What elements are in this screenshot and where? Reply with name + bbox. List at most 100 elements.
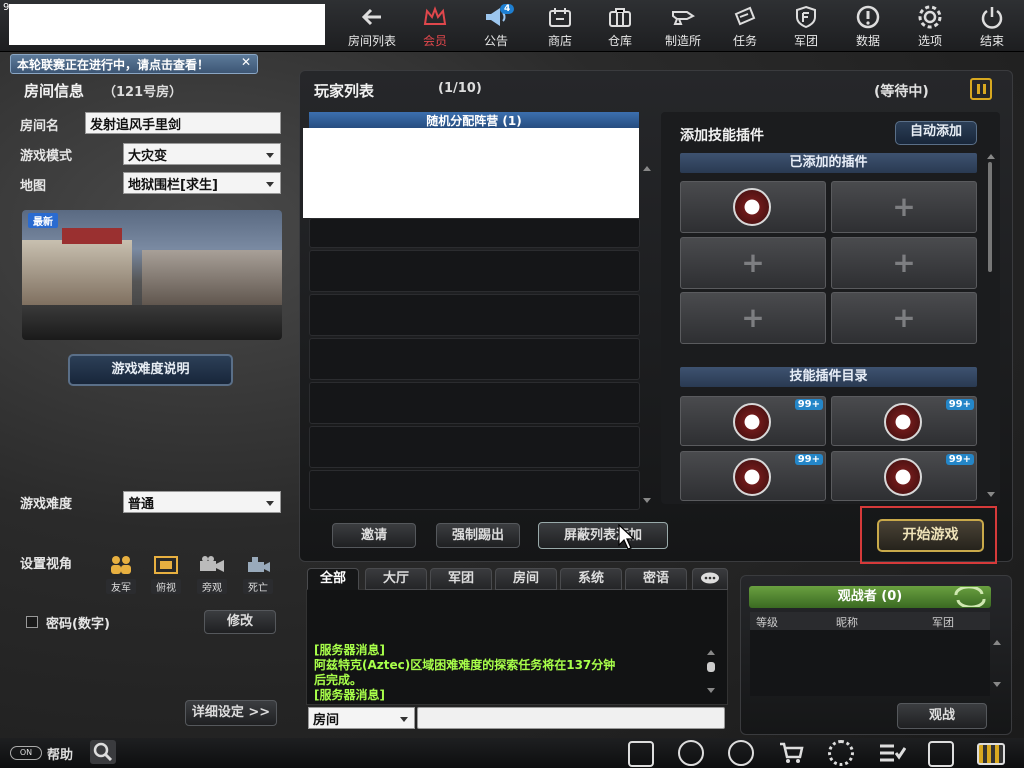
nav-vip[interactable]: 会员 <box>406 4 464 50</box>
new-map-badge: 最新 <box>28 213 58 228</box>
chat-scrollbar[interactable] <box>706 646 716 698</box>
plugin-scrollbar[interactable] <box>986 150 996 502</box>
auto-add-button[interactable]: 自动添加 <box>895 121 977 145</box>
spectator-list <box>750 630 990 696</box>
invite-button[interactable]: 邀请 <box>332 523 416 548</box>
catalog-plugin-slot[interactable]: 99+ <box>680 396 826 446</box>
league-notice[interactable]: 本轮联赛正在进行中，请点击查看！ ✕ <box>10 54 258 74</box>
chat-tab-room[interactable]: 房间 <box>495 568 557 590</box>
player-slot[interactable] <box>309 250 640 292</box>
empty-plugin-slot[interactable]: + <box>831 237 977 289</box>
player-slot[interactable] <box>309 338 640 380</box>
chat-channel-select[interactable]: 房间 <box>308 707 415 729</box>
view-death[interactable]: 死亡 <box>243 551 273 594</box>
nav-label: 房间列表 <box>347 34 396 48</box>
kick-button[interactable]: 强制踢出 <box>436 523 520 548</box>
added-plugins-header: 已添加的插件 <box>680 153 977 173</box>
view-allies[interactable]: 友军 <box>106 551 136 594</box>
spectate-button[interactable]: 观战 <box>897 703 987 729</box>
nav-notice[interactable]: 4 公告 <box>467 4 525 50</box>
nav-data[interactable]: 数据 <box>839 4 897 50</box>
player-slot[interactable] <box>309 294 640 336</box>
map-select[interactable]: 地狱围栏[求生] <box>123 172 281 194</box>
chat-tab-all[interactable]: 全部 <box>307 568 359 590</box>
toggle-switch[interactable]: ON <box>10 746 42 760</box>
allies-icon <box>106 551 136 579</box>
mission-icon <box>734 6 756 26</box>
col-level: 等级 <box>756 616 778 629</box>
view-spectate[interactable]: 旁观 <box>197 551 227 594</box>
start-game-button[interactable]: 开始游戏 <box>877 519 984 552</box>
nav-storage[interactable]: 仓库 <box>591 4 649 50</box>
nav-label: 结束 <box>979 34 1004 48</box>
shield-icon <box>796 5 816 29</box>
difficulty-label: 游戏难度 <box>20 497 73 512</box>
nav-clan[interactable]: 军团 <box>777 4 835 50</box>
view-overhead[interactable]: 俯视 <box>151 551 181 594</box>
mouse-cursor-icon <box>618 524 636 550</box>
nav-options[interactable]: 选项 <box>901 4 959 50</box>
plugin-count-badge: 99+ <box>794 454 823 465</box>
pistol-plugin-icon <box>733 403 771 441</box>
nav-label: 任务 <box>732 34 757 48</box>
chat-tab-system[interactable]: 系统 <box>560 568 622 590</box>
refresh-icon[interactable] <box>952 585 988 609</box>
nav-label: 商店 <box>547 34 572 48</box>
compass-icon[interactable] <box>678 740 704 766</box>
runner-icon[interactable] <box>728 740 754 766</box>
search-icon[interactable] <box>90 740 116 764</box>
back-arrow-icon <box>361 8 381 26</box>
anvil-icon <box>672 11 695 25</box>
chat-tab-lobby[interactable]: 大厅 <box>365 568 427 590</box>
catalog-plugin-slot[interactable]: 99+ <box>831 396 977 446</box>
map-label: 地图 <box>20 179 47 194</box>
empty-plugin-slot[interactable]: + <box>831 181 977 233</box>
nav-room-list[interactable]: 房间列表 <box>343 4 401 50</box>
player-slot[interactable] <box>309 426 640 468</box>
block-list-add-button[interactable]: 屏蔽列表添加 <box>538 522 668 549</box>
difficulty-info-button[interactable]: 游戏难度说明 <box>68 354 233 386</box>
checklist-icon[interactable] <box>878 742 907 764</box>
gear-icon <box>918 5 942 29</box>
detail-settings-button[interactable]: 详细设定 >> <box>185 700 277 726</box>
catalog-plugin-slot[interactable]: 99+ <box>831 451 977 501</box>
game-mode-label: 游戏模式 <box>20 149 73 164</box>
spectator-scrollbar[interactable] <box>993 636 1001 692</box>
chat-bubble-icon[interactable] <box>692 568 728 590</box>
nav-label: 仓库 <box>607 34 632 48</box>
empty-plugin-slot[interactable]: + <box>831 292 977 344</box>
modify-button[interactable]: 修改 <box>204 610 276 634</box>
player-slot[interactable] <box>309 382 640 424</box>
empty-plugin-slot[interactable]: + <box>680 237 826 289</box>
game-mode-select[interactable]: 大灾变 <box>123 143 281 165</box>
added-plugin-slot[interactable] <box>680 181 826 233</box>
nav-exit[interactable]: 结束 <box>963 4 1021 50</box>
player-slot[interactable] <box>309 470 640 510</box>
player-list-title: 玩家列表 <box>314 82 375 100</box>
sniper-plugin-icon <box>733 188 771 226</box>
close-icon[interactable]: ✕ <box>241 55 251 69</box>
cart-icon[interactable] <box>778 741 804 765</box>
room-info-title: 房间信息 <box>24 82 85 100</box>
calendar-icon[interactable] <box>628 741 654 767</box>
player-list-scrollbar[interactable] <box>642 160 652 508</box>
chat-message: 阿兹特克(Aztec)区域困难难度的探索任务将在137分钟 <box>314 658 616 672</box>
empty-plugin-slot[interactable]: + <box>680 292 826 344</box>
player-slot[interactable] <box>309 218 640 248</box>
loading-icon[interactable] <box>828 740 854 766</box>
password-checkbox[interactable] <box>26 616 38 628</box>
col-clan: 军团 <box>932 616 954 629</box>
pause-icon[interactable] <box>970 78 992 100</box>
nav-shop[interactable]: 商店 <box>531 4 589 50</box>
chat-tab-whisper[interactable]: 密语 <box>625 568 687 590</box>
catalog-plugin-slot[interactable]: 99+ <box>680 451 826 501</box>
help-label[interactable]: 帮助 <box>47 744 73 763</box>
chat-input[interactable] <box>417 707 725 729</box>
difficulty-select[interactable]: 普通 <box>123 491 281 513</box>
nav-mission[interactable]: 任务 <box>716 4 774 50</box>
chat-tab-clan[interactable]: 军团 <box>430 568 492 590</box>
calendar-check-icon[interactable] <box>928 741 954 767</box>
film-icon[interactable] <box>977 743 1005 765</box>
room-name-field[interactable]: 发射追风手里剑 <box>85 112 281 134</box>
nav-workshop[interactable]: 制造所 <box>654 4 712 50</box>
